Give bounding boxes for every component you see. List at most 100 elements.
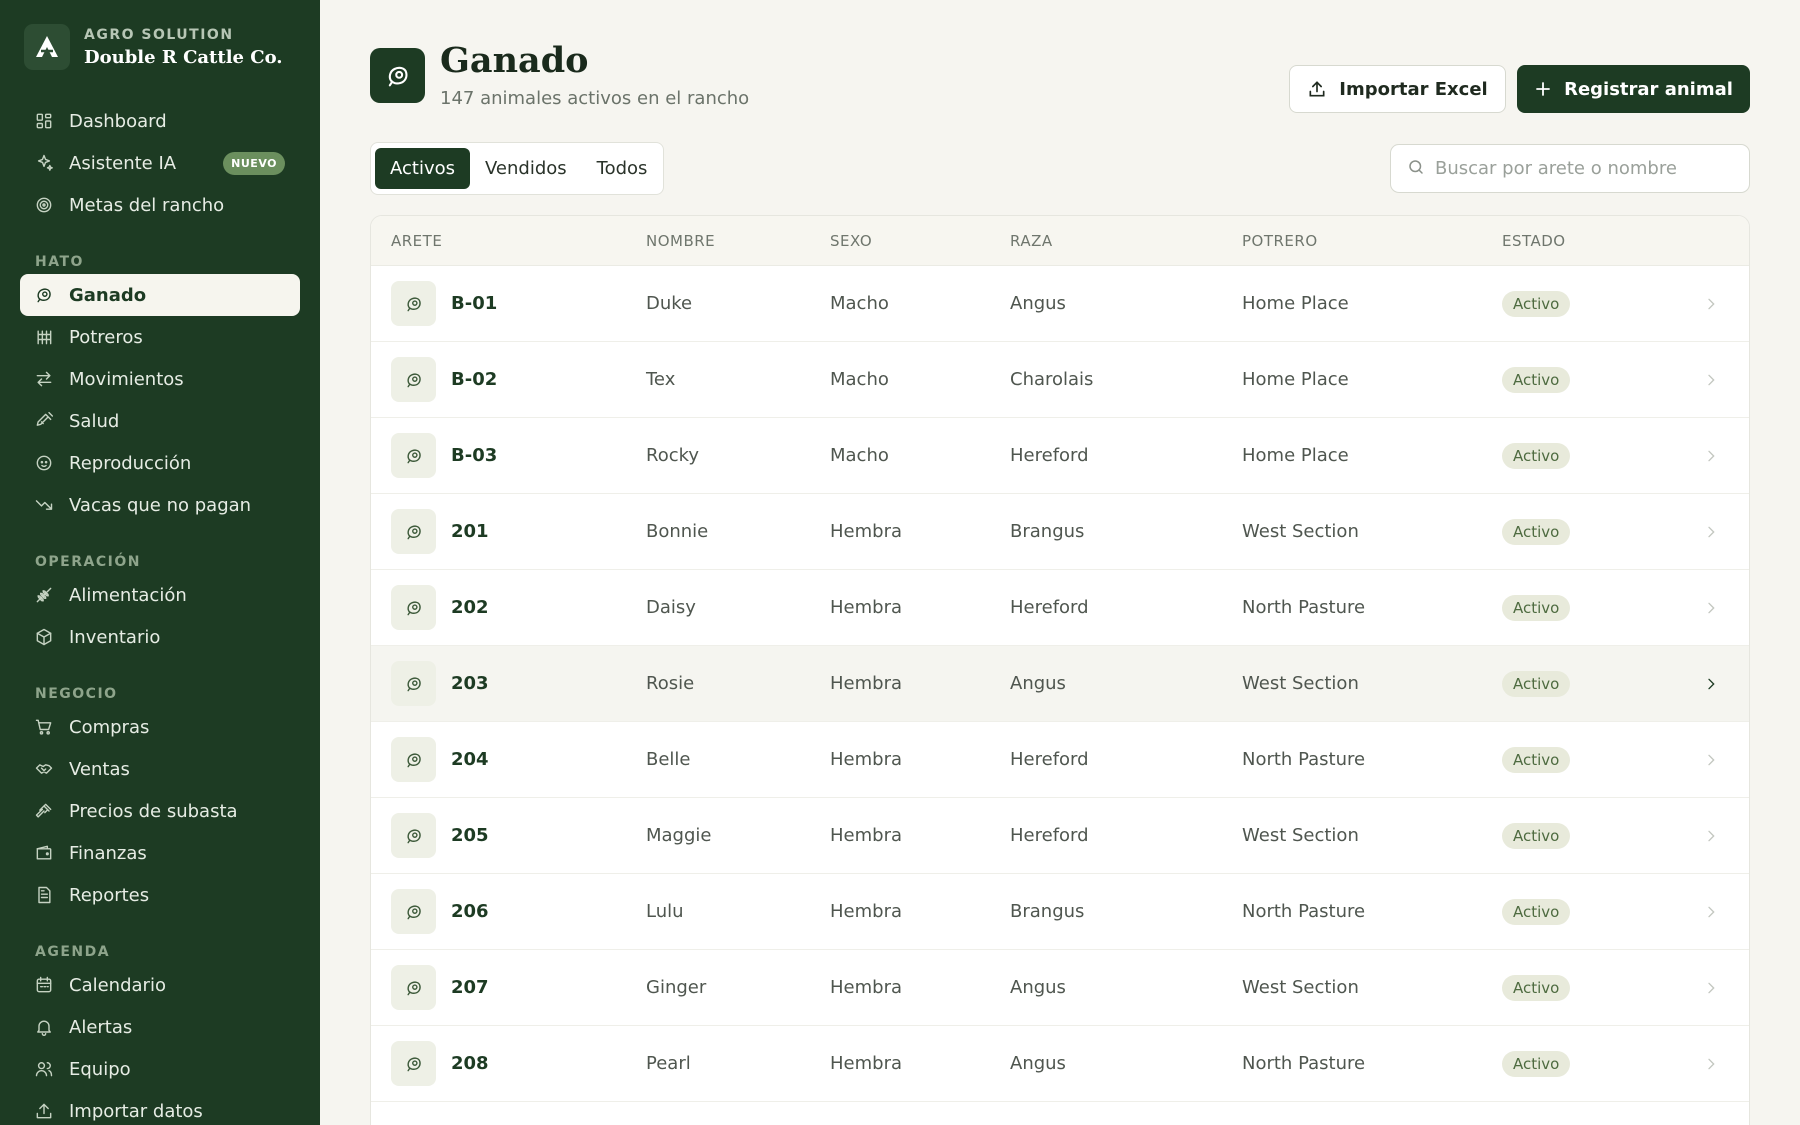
- column-header-estado[interactable]: ESTADO: [1502, 232, 1691, 250]
- tag-value: 202: [451, 597, 489, 618]
- chevron-right-icon[interactable]: [1691, 296, 1731, 312]
- sidebar-item-asistente-ia[interactable]: Asistente IA NUEVO: [20, 142, 300, 184]
- name-cell: Tex: [646, 369, 676, 390]
- sidebar-item-ganado[interactable]: Ganado: [20, 274, 300, 316]
- sidebar-item-salud[interactable]: Salud: [20, 400, 300, 442]
- tag-value: 205: [451, 825, 489, 846]
- chevron-right-icon[interactable]: [1691, 980, 1731, 996]
- sidebar-item-finanzas[interactable]: Finanzas: [20, 832, 300, 874]
- brand[interactable]: AGRO SOLUTION Double R Cattle Co.: [24, 24, 283, 70]
- page-title: Ganado: [440, 40, 589, 81]
- status-cell: Activo: [1502, 290, 1691, 317]
- sidebar-item-reportes[interactable]: Reportes: [20, 874, 300, 916]
- table-row[interactable]: 204 Belle Hembra Hereford North Pasture Activ…: [371, 722, 1749, 798]
- sidebar-item-movimientos[interactable]: Movimientos: [20, 358, 300, 400]
- import-excel-button[interactable]: Importar Excel: [1289, 65, 1506, 113]
- status-cell: Activo: [1502, 746, 1691, 773]
- table-body: B-01 Duke Macho Angus Home Place Activo B-02 Te…: [371, 266, 1749, 1102]
- status-badge: Activo: [1502, 518, 1571, 545]
- table-row[interactable]: 203 Rosie Hembra Angus West Section Activo: [371, 646, 1749, 722]
- chevron-right-icon[interactable]: [1691, 1056, 1731, 1072]
- tag-cell: 206: [371, 889, 646, 934]
- sidebar-item-label: Alertas: [69, 1016, 133, 1038]
- pasture-cell: North Pasture: [1242, 901, 1366, 922]
- chevron-right-icon[interactable]: [1691, 828, 1731, 844]
- tab-todos[interactable]: Todos: [582, 148, 663, 189]
- chevron-right-icon[interactable]: [1691, 372, 1731, 388]
- sidebar-item-label: Precios de subasta: [69, 800, 238, 822]
- column-header-raza[interactable]: RAZA: [1010, 232, 1242, 250]
- pasture-cell: North Pasture: [1242, 1053, 1366, 1074]
- sidebar-item-importar-datos[interactable]: Importar datos: [20, 1090, 300, 1125]
- chevron-right-icon[interactable]: [1691, 904, 1731, 920]
- tab-vendidos[interactable]: Vendidos: [470, 148, 582, 189]
- trending-down-icon: [34, 495, 54, 515]
- status-badge: Activo: [1502, 670, 1571, 697]
- chevron-right-icon[interactable]: [1691, 448, 1731, 464]
- chevron-right-icon[interactable]: [1691, 600, 1731, 616]
- sidebar-item-vacas-que-no-pagan[interactable]: Vacas que no pagan: [20, 484, 300, 526]
- sex-cell: Macho: [830, 369, 889, 390]
- table-row[interactable]: 205 Maggie Hembra Hereford West Section Activ…: [371, 798, 1749, 874]
- table-row[interactable]: 207 Ginger Hembra Angus West Section Activo: [371, 950, 1749, 1026]
- status-cell: Activo: [1502, 898, 1691, 925]
- table-row[interactable]: 202 Daisy Hembra Hereford North Pasture Activ…: [371, 570, 1749, 646]
- table-row[interactable]: B-01 Duke Macho Angus Home Place Activo: [371, 266, 1749, 342]
- column-header-nombre[interactable]: NOMBRE: [646, 232, 830, 250]
- column-header-sexo[interactable]: SEXO: [830, 232, 1010, 250]
- import-excel-label: Importar Excel: [1339, 78, 1488, 100]
- sidebar-item-alimentacion[interactable]: Alimentación: [20, 574, 300, 616]
- tag-value: 206: [451, 901, 489, 922]
- sidebar-item-ventas[interactable]: Ventas: [20, 748, 300, 790]
- column-header-potrero[interactable]: POTRERO: [1242, 232, 1502, 250]
- table-row[interactable]: B-02 Tex Macho Charolais Home Place Activo: [371, 342, 1749, 418]
- tag-value: 208: [451, 1053, 489, 1074]
- sidebar-item-potreros[interactable]: Potreros: [20, 316, 300, 358]
- chevron-right-icon[interactable]: [1691, 524, 1731, 540]
- sidebar-item-calendario[interactable]: Calendario: [20, 964, 300, 1006]
- register-animal-label: Registrar animal: [1564, 78, 1733, 100]
- search-input[interactable]: [1435, 158, 1735, 179]
- new-badge: NUEVO: [223, 152, 285, 175]
- name-cell: Lulu: [646, 901, 684, 922]
- sidebar-section-negocio: NEGOCIO: [35, 686, 118, 702]
- table-row[interactable]: 201 Bonnie Hembra Brangus West Section Activo: [371, 494, 1749, 570]
- cart-icon: [34, 717, 54, 737]
- sidebar-item-metas-del-rancho[interactable]: Metas del rancho: [20, 184, 300, 226]
- sidebar-section-operacion: OPERACIÓN: [35, 554, 141, 570]
- sidebar-item-label: Alimentación: [69, 584, 187, 606]
- tag-value: B-01: [451, 293, 498, 314]
- sidebar-item-label: Importar datos: [69, 1100, 203, 1122]
- sidebar-item-reproduccion[interactable]: Reproducción: [20, 442, 300, 484]
- name-cell: Belle: [646, 749, 691, 770]
- sidebar-item-precios-de-subasta[interactable]: Precios de subasta: [20, 790, 300, 832]
- table-row[interactable]: B-03 Rocky Macho Hereford Home Place Activo: [371, 418, 1749, 494]
- table-row[interactable]: 208 Pearl Hembra Angus North Pasture Activo: [371, 1026, 1749, 1102]
- users-icon: [34, 1059, 54, 1079]
- tag-cell: B-03: [371, 433, 646, 478]
- status-badge: Activo: [1502, 442, 1571, 469]
- sidebar-item-alertas[interactable]: Alertas: [20, 1006, 300, 1048]
- chevron-right-icon[interactable]: [1691, 676, 1731, 692]
- sidebar-item-dashboard[interactable]: Dashboard: [20, 100, 300, 142]
- column-header-arete[interactable]: ARETE: [371, 232, 646, 250]
- page-subtitle: 147 animales activos en el rancho: [440, 88, 750, 109]
- package-icon: [34, 627, 54, 647]
- arrows-icon: [34, 369, 54, 389]
- chevron-right-icon[interactable]: [1691, 752, 1731, 768]
- search-box[interactable]: [1390, 144, 1750, 193]
- tag-value: 203: [451, 673, 489, 694]
- sidebar-item-equipo[interactable]: Equipo: [20, 1048, 300, 1090]
- cattle-table: ARETE NOMBRE SEXO RAZA POTRERO ESTADO B-01 Duk…: [370, 215, 1750, 1125]
- tab-activos[interactable]: Activos: [375, 148, 470, 189]
- sidebar-item-inventario[interactable]: Inventario: [20, 616, 300, 658]
- breed-cell: Angus: [1010, 293, 1066, 314]
- register-animal-button[interactable]: Registrar animal: [1517, 65, 1750, 113]
- sidebar-item-label: Calendario: [69, 974, 166, 996]
- wallet-icon: [34, 843, 54, 863]
- cattle-icon: [391, 433, 436, 478]
- status-cell: Activo: [1502, 518, 1691, 545]
- sidebar-item-compras[interactable]: Compras: [20, 706, 300, 748]
- tag-cell: B-01: [371, 281, 646, 326]
- table-row[interactable]: 206 Lulu Hembra Brangus North Pasture Activo: [371, 874, 1749, 950]
